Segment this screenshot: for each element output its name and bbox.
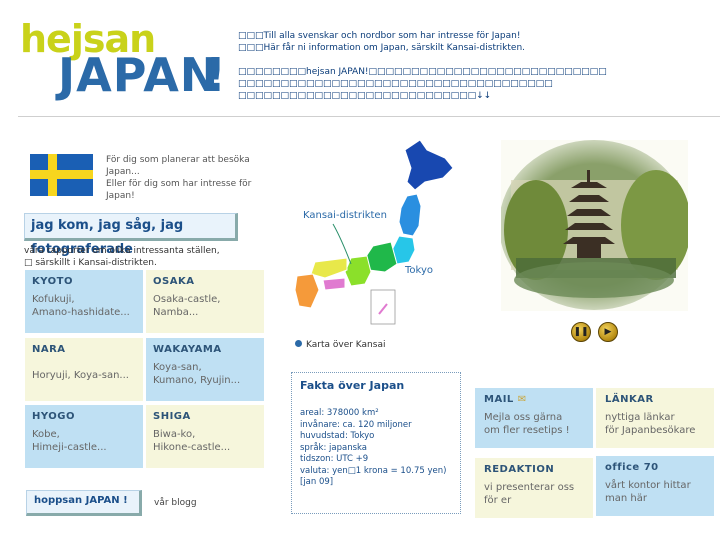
tile-wakayama[interactable]: WAKAYAMA Koya-san, Kumano, Ryujin... [146, 338, 264, 401]
tile-office[interactable]: office 70 vårt kontor hittar man här [596, 456, 714, 516]
tile-osaka[interactable]: OSAKA Osaka-castle, Namba... [146, 270, 264, 333]
tile-hyogo[interactable]: HYOGO Kobe, Himeji-castle... [25, 405, 143, 468]
map-chugoku [310, 257, 348, 279]
logo-exclamation: ! [205, 48, 226, 102]
tile-kyoto[interactable]: KYOTO Kofukuji, Amano-hashidate... [25, 270, 143, 333]
tile-shiga[interactable]: SHIGA Biwa-ko, Hikone-castle... [146, 405, 264, 468]
intro-line-1: □□□Till alla svenskar och nordbor som ha… [238, 31, 521, 41]
map-tokyo-label: Tokyo [404, 265, 433, 276]
photo-next-button[interactable]: ▶ [598, 322, 618, 342]
intro-line-3: □□□□□□□□hejsan JAPAN!□□□□□□□□□□□□□□□□□□□… [238, 67, 607, 77]
tile-redaktion[interactable]: REDAKTION vi presenterar oss för er [475, 458, 593, 518]
logo-japan: JAPAN [58, 48, 220, 102]
pause-icon: ❚❚ [573, 327, 589, 337]
blog-button[interactable]: hoppsan JAPAN ! [26, 490, 142, 516]
for-you-text: För dig som planerar att besöka Japan...… [106, 155, 252, 201]
japan-map[interactable]: Kansai-distrikten Tokyo [285, 138, 455, 328]
blog-label: vår blogg [154, 498, 197, 508]
bullet-icon [295, 340, 302, 347]
intro-line-5: □□□□□□□□□□□□□□□□□□□□□□□□□□□□↓↓ [238, 91, 492, 101]
tile-nara[interactable]: NARA Horyuji, Koya-san... [25, 338, 143, 401]
photo-prev-button[interactable]: ❚❚ [571, 322, 591, 342]
map-kansai [344, 255, 372, 287]
sweden-flag-icon [30, 154, 93, 196]
reports-button[interactable]: jag kom, jag såg, jag fotograferade [24, 213, 238, 257]
envelope-icon: ✉ [517, 394, 527, 405]
facts-box: Fakta över Japan areal: 378000 km² invån… [291, 372, 461, 514]
map-hokkaido [404, 139, 454, 191]
map-tohoku [398, 193, 422, 237]
map-shikoku [322, 277, 346, 291]
reports-description: våra rapporter om olika intressanta stäl… [24, 246, 220, 268]
intro-line-2: □□□Här får ni information om Japan, särs… [238, 43, 526, 53]
map-kansai-label: Kansai-distrikten [303, 210, 387, 221]
tile-mail[interactable]: MAIL ✉ Mejla oss gärna om fler resetips ! [475, 388, 593, 448]
divider [18, 116, 720, 117]
tile-lankar[interactable]: LÄNKAR nyttiga länkar för Japanbesökare [596, 388, 714, 448]
facts-title: Fakta över Japan [300, 379, 405, 392]
pagoda-photo [501, 140, 688, 311]
kansai-map-link[interactable]: Karta över Kansai [295, 340, 385, 350]
intro-line-4: □□□□□□□□□□□□□□□□□□□□□□□□□□□□□□□□□□□□□ [238, 79, 553, 89]
play-icon: ▶ [604, 327, 612, 337]
map-kyushu [294, 273, 320, 309]
